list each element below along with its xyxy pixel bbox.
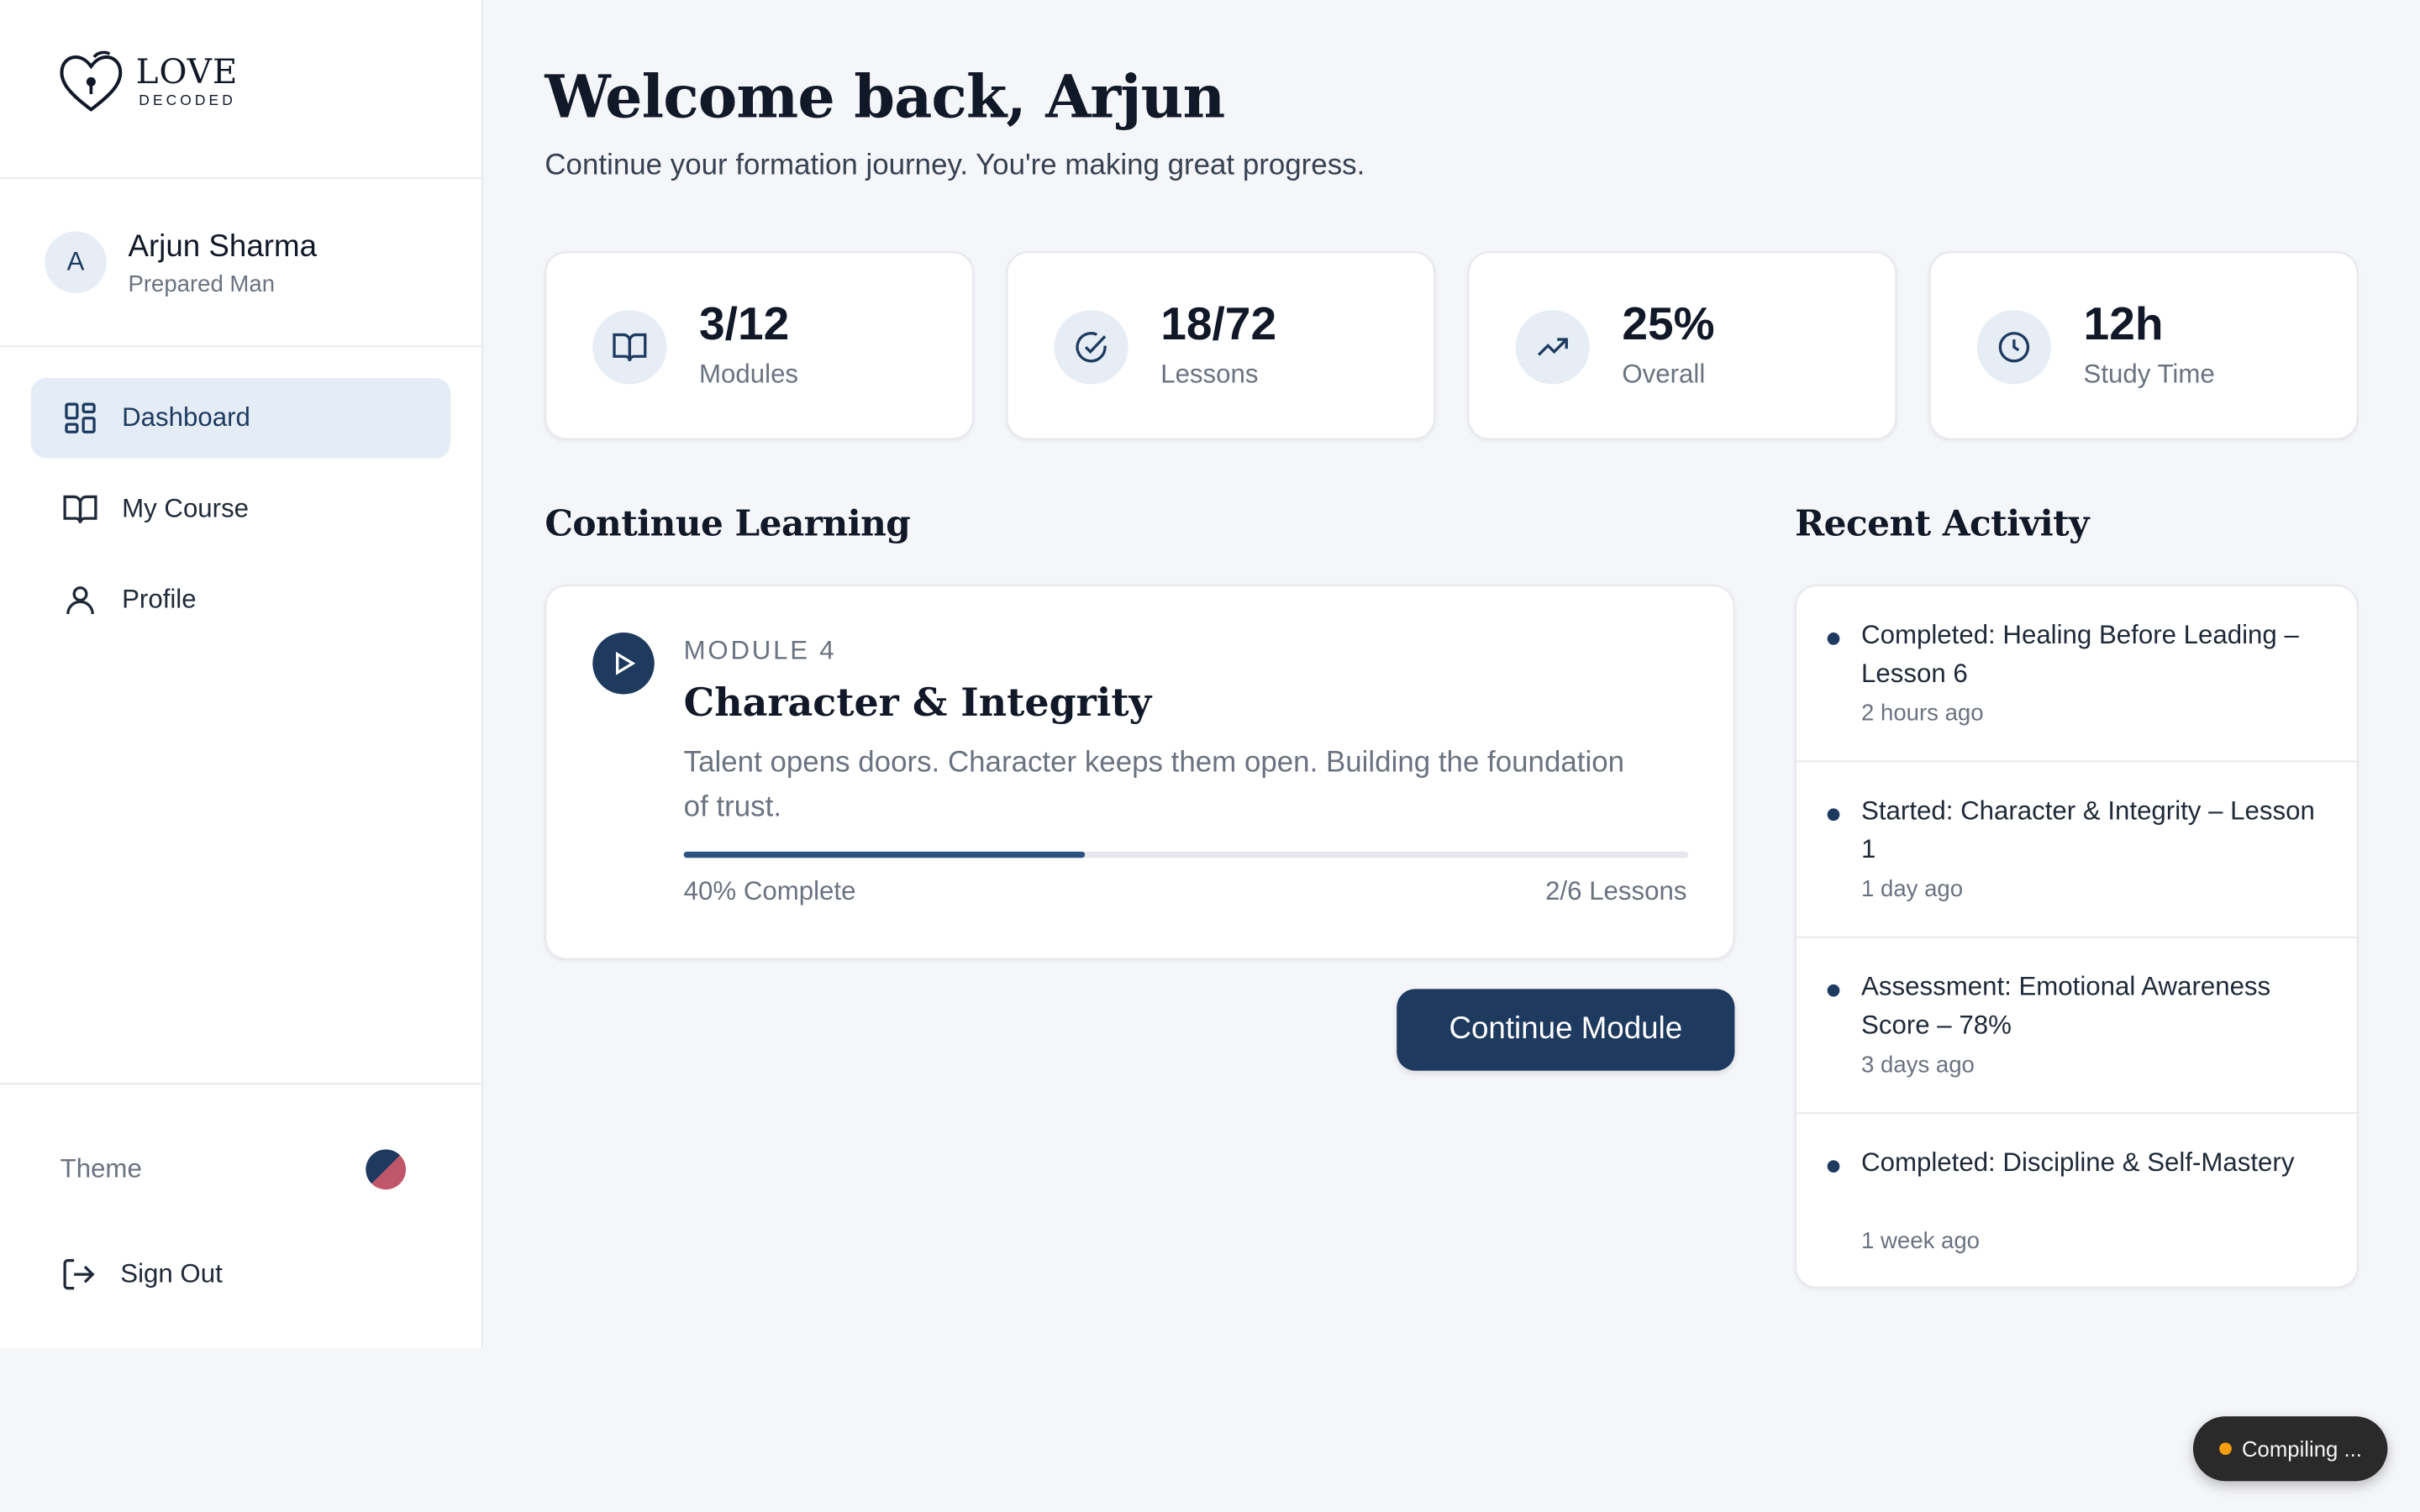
sidebar-item-label: Profile (122, 585, 197, 615)
book-icon (613, 333, 647, 362)
progress-percent-label: 40% Complete (683, 876, 856, 906)
status-label: Compiling ... (2241, 1436, 2362, 1462)
lessons-count-label: 2/6 Lessons (1545, 876, 1687, 906)
sidebar-item-my-course[interactable]: My Course (31, 469, 451, 549)
trending-up-icon (1538, 338, 1568, 356)
stat-value: 18/72 (1160, 299, 1277, 350)
brand-word: LOVE (135, 54, 239, 93)
stat-icon-wrap (1976, 310, 2051, 385)
brand-logo[interactable]: LOVE DECODED (57, 50, 239, 116)
status-dot (2218, 1442, 2232, 1456)
avatar[interactable]: A (45, 231, 107, 293)
compiling-status-pill[interactable]: Compiling ... (2192, 1416, 2388, 1482)
stats-row: 3/12 Modules 18/72 Lessons 25% Overall 1… (544, 251, 2359, 440)
stat-card-overall: 25% Overall (1467, 251, 1897, 440)
sidebar-item-dashboard[interactable]: Dashboard (30, 377, 451, 459)
list-item[interactable]: Completed: Healing Before Leading – Less… (1796, 586, 2357, 763)
theme-row: Theme (60, 1149, 407, 1190)
activity-text: Assessment: Emotional Awareness Score – … (1861, 972, 2271, 1040)
stat-label: Overall (1622, 359, 1706, 389)
continue-module-button[interactable]: Continue Module (1397, 989, 1735, 1071)
clock-icon (1998, 332, 2030, 363)
dashboard-icon (65, 402, 96, 433)
sign-out-button[interactable]: Sign Out (60, 1256, 223, 1293)
stat-value: 25% (1622, 299, 1715, 350)
list-item[interactable]: Completed: Discipline & Self-Mastery 1 w… (1797, 1114, 2357, 1287)
module-card[interactable]: MODULE 4 Character & Integrity Talent op… (544, 585, 1735, 960)
bullet-dot (1827, 808, 1840, 822)
stat-icon-wrap (592, 310, 667, 385)
brand-subtitle: DECODED (139, 92, 236, 110)
activity-time: 3 days ago (1861, 1052, 1975, 1079)
activity-time: 1 day ago (1861, 876, 1964, 903)
stat-value: 12h (2083, 299, 2164, 350)
stat-icon-wrap (1515, 310, 1590, 385)
page-subtitle: Continue your formation journey. You're … (544, 150, 1365, 182)
user-role: Prepared Man (128, 271, 276, 298)
heart-lock-icon (60, 50, 123, 112)
progress-bar (683, 851, 1689, 858)
stat-label: Modules (699, 359, 799, 389)
stat-label: Lessons (1160, 359, 1259, 389)
activity-text: Completed: Healing Before Leading – Less… (1861, 620, 2299, 689)
stat-value: 3/12 (699, 299, 790, 350)
user-summary: A Arjun Sharma Prepared Man (0, 179, 482, 348)
activity-text: Completed: Discipline & Self-Mastery (1861, 1147, 2295, 1178)
logo-area: LOVE DECODED (0, 0, 482, 180)
play-icon (616, 651, 636, 675)
stat-card-modules: 3/12 Modules (544, 251, 974, 440)
user-name: Arjun Sharma (128, 229, 318, 265)
recent-activity-heading: Recent Activity (1795, 502, 2090, 545)
bullet-dot (1827, 984, 1840, 997)
sidebar-item-label: Dashboard (122, 402, 250, 433)
stat-card-lessons: 18/72 Lessons (1006, 251, 1436, 440)
book-icon (63, 495, 97, 523)
bullet-dot (1827, 1160, 1840, 1173)
list-item[interactable]: Assessment: Emotional Awareness Score – … (1796, 938, 2357, 1115)
sidebar-nav: Dashboard My Course Profile (0, 347, 481, 640)
sidebar-item-profile[interactable]: Profile (31, 560, 451, 641)
bullet-dot (1827, 633, 1840, 645)
progress-fill (683, 851, 1086, 858)
play-button[interactable] (592, 633, 655, 695)
activity-time: 2 hours ago (1861, 700, 1984, 727)
activity-text: Started: Character & Integrity – Lesson … (1861, 795, 2315, 864)
check-circle-icon (1076, 332, 1107, 363)
sidebar: LOVE DECODED A Arjun Sharma Prepared Man… (0, 0, 483, 1349)
continue-learning-heading: Continue Learning (544, 502, 911, 545)
module-description: Talent opens doors. Character keeps them… (683, 746, 1625, 824)
sidebar-item-label: My Course (122, 493, 250, 523)
recent-activity-list: Completed: Healing Before Leading – Less… (1795, 585, 2359, 1289)
theme-toggle[interactable] (366, 1149, 407, 1190)
user-icon (66, 586, 94, 615)
list-item[interactable]: Started: Character & Integrity – Lesson … (1796, 762, 2357, 938)
sign-out-label: Sign Out (120, 1258, 223, 1289)
sidebar-footer: Theme Sign Out (0, 1083, 482, 1348)
stat-card-study-time: 12h Study Time (1928, 251, 2359, 440)
stat-label: Study Time (2083, 359, 2215, 389)
sign-out-icon (63, 1258, 95, 1290)
stat-icon-wrap (1054, 310, 1128, 385)
page-title: Welcome back, Arjun (544, 61, 1225, 132)
module-number: MODULE 4 (683, 635, 837, 665)
module-title: Character & Integrity (683, 680, 1152, 726)
activity-time: 1 week ago (1861, 1228, 1980, 1255)
theme-label: Theme (60, 1153, 142, 1184)
